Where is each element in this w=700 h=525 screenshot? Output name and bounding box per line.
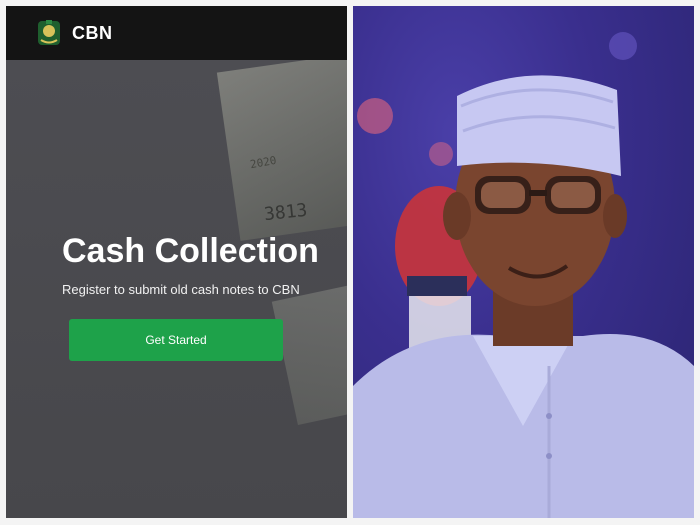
brand-name[interactable]: CBN xyxy=(72,23,113,44)
portrait-illustration xyxy=(353,32,694,518)
portrait-photo xyxy=(353,6,694,518)
page-title: Cash Collection xyxy=(62,232,319,270)
cbn-landing-screen: 2020 3813 CBN Cash Collection Register t… xyxy=(6,6,347,518)
cbn-crest-icon[interactable] xyxy=(36,18,62,48)
top-navbar: CBN xyxy=(6,6,347,60)
banknote-serial: 3813 xyxy=(263,199,309,226)
get-started-button[interactable]: Get Started xyxy=(69,319,283,361)
page-subtitle: Register to submit old cash notes to CBN xyxy=(62,282,300,297)
